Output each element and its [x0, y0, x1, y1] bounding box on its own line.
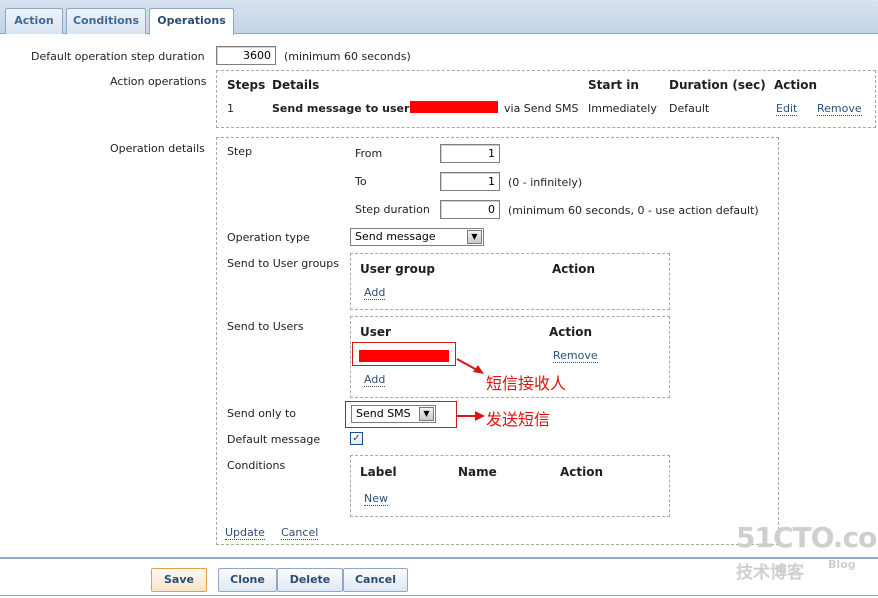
send-only-to-label: Send only to: [227, 407, 297, 420]
watermark-blog: Blog: [828, 558, 856, 571]
add-user-link[interactable]: Add: [364, 373, 386, 387]
save-button[interactable]: Save: [151, 568, 207, 592]
remove-user-link[interactable]: Remove: [553, 349, 598, 363]
new-condition-link[interactable]: New: [364, 492, 388, 506]
edit-operation-link[interactable]: Edit: [776, 102, 798, 116]
row-duration: Default: [669, 102, 710, 115]
send-only-to-value: Send SMS: [356, 407, 411, 420]
add-user-group-link[interactable]: Add: [364, 286, 386, 300]
tab-conditions[interactable]: Conditions: [66, 8, 146, 34]
from-label: From: [355, 147, 383, 160]
action-operations-table: Steps Details Start in Duration (sec) Ac…: [216, 70, 876, 128]
update-link[interactable]: Update: [225, 526, 265, 540]
step-duration-hint: (minimum 60 seconds, 0 - use action defa…: [508, 204, 759, 217]
user-groups-label: Send to User groups: [227, 257, 339, 270]
col-user: User: [360, 325, 391, 339]
users-label: Send to Users: [227, 320, 304, 333]
chevron-down-icon[interactable]: ▼: [419, 407, 434, 421]
step-label: Step: [227, 145, 253, 158]
default-step-duration-input[interactable]: 3600: [216, 46, 276, 65]
action-operations-label: Action operations: [110, 75, 207, 88]
watermark-sub: 技术博客: [736, 563, 804, 583]
from-input[interactable]: 1: [440, 144, 500, 163]
operation-type-select[interactable]: Send message ▼: [350, 228, 484, 246]
default-step-duration-hint: (minimum 60 seconds): [284, 50, 411, 63]
to-input[interactable]: 1: [440, 172, 500, 191]
operation-details-label: Operation details: [110, 142, 205, 155]
default-message-label: Default message: [227, 433, 321, 446]
row-details-prefix: Send message to users:: [272, 102, 421, 115]
watermark-site: 51CTO.com: [736, 521, 878, 554]
col-details: Details: [272, 78, 320, 92]
conditions-table: Label Name Action New: [350, 455, 670, 517]
cancel-button[interactable]: Cancel: [343, 568, 408, 592]
to-label: To: [355, 175, 367, 188]
delete-button[interactable]: Delete: [277, 568, 343, 592]
user-highlight-box: [352, 342, 456, 366]
col-label: Label: [360, 465, 397, 479]
arrow-icon: [456, 358, 484, 374]
col-user-group: User group: [360, 262, 436, 276]
col-start-in: Start in: [588, 78, 639, 92]
cancel-details-link[interactable]: Cancel: [281, 526, 319, 540]
default-step-duration-label: Default operation step duration: [31, 50, 205, 63]
row-details-suffix: via Send SMS: [504, 102, 579, 115]
col-name: Name: [458, 465, 497, 479]
arrow-icon: [457, 411, 485, 421]
receiver-annotation: 短信接收人: [486, 374, 567, 393]
send-sms-annotation: 发送短信: [486, 410, 551, 429]
col-user-group-action: Action: [552, 262, 596, 276]
row-step: 1: [227, 102, 234, 115]
step-duration-label: Step duration: [355, 203, 430, 216]
remove-operation-link[interactable]: Remove: [817, 102, 862, 116]
col-duration: Duration (sec): [669, 78, 766, 92]
redacted-username: [410, 101, 498, 113]
tab-operations[interactable]: Operations: [149, 8, 234, 35]
operation-type-value: Send message: [355, 230, 436, 243]
to-hint: (0 - infinitely): [508, 176, 583, 189]
default-message-checkbox[interactable]: ✓: [350, 432, 363, 445]
col-user-action: Action: [549, 325, 593, 339]
row-start-in: Immediately: [588, 102, 657, 115]
col-condition-action: Action: [560, 465, 604, 479]
footer-bottom-line: [0, 595, 878, 596]
clone-button[interactable]: Clone: [218, 568, 277, 592]
tab-action[interactable]: Action: [5, 8, 63, 34]
chevron-down-icon[interactable]: ▼: [467, 230, 482, 244]
user-groups-table: User group Action Add: [350, 253, 670, 310]
col-action: Action: [774, 78, 818, 92]
operation-type-label: Operation type: [227, 231, 310, 244]
conditions-label: Conditions: [227, 459, 286, 472]
step-duration-input[interactable]: 0: [440, 200, 500, 219]
send-only-to-select[interactable]: Send SMS ▼: [351, 405, 436, 423]
col-steps: Steps: [227, 78, 266, 92]
